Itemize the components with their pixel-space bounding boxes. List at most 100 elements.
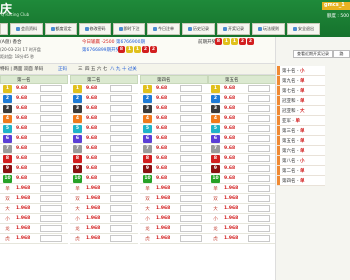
nav-icon — [223, 27, 227, 31]
bet-amount-input[interactable] — [180, 225, 202, 232]
bet-amount-input[interactable] — [248, 205, 270, 212]
bet-amount-input[interactable] — [110, 195, 132, 202]
bet-amount-input[interactable] — [110, 185, 132, 192]
bet-amount-input[interactable] — [40, 205, 62, 212]
bet-amount-input[interactable] — [248, 105, 270, 112]
attribute-row: 虎 1.968 — [140, 234, 208, 244]
list-text: 第九名 - 单 — [282, 78, 304, 84]
bet-amount-input[interactable] — [110, 215, 132, 222]
bet-amount-input[interactable] — [248, 215, 270, 222]
bet-amount-input[interactable] — [180, 215, 202, 222]
nav-item[interactable]: 历史记录 — [182, 23, 215, 35]
bet-amount-input[interactable] — [40, 185, 62, 192]
bet-amount-input[interactable] — [248, 185, 270, 192]
bet-amount-input[interactable] — [40, 85, 62, 92]
bet-amount-input[interactable] — [180, 135, 202, 142]
bet-amount-input[interactable] — [248, 145, 270, 152]
road-button[interactable]: 路 — [333, 50, 350, 58]
bet-column: 第四名 1 9.68 2 9.68 3 9.68 4 9.68 5 9.68 6 9.68 7 9.68 8 9… — [140, 75, 208, 244]
bet-amount-input[interactable] — [110, 85, 132, 92]
bet-amount-input[interactable] — [110, 105, 132, 112]
nav-item[interactable]: 额度设定 — [45, 23, 77, 35]
attribute-label: 小 — [145, 216, 150, 222]
recent-results-button[interactable]: 查看近期开奖记录 — [293, 50, 333, 58]
nav-item[interactable]: 安全退出 — [287, 23, 320, 35]
bet-amount-input[interactable] — [180, 235, 202, 242]
nav-icon — [293, 27, 297, 31]
bet-amount-input[interactable] — [180, 145, 202, 152]
nav-item[interactable]: 修改密码 — [79, 23, 111, 35]
bet-amount-input[interactable] — [180, 165, 202, 172]
nav-item[interactable]: 开奖记录 — [217, 23, 250, 35]
bet-amount-input[interactable] — [40, 215, 62, 222]
bet-amount-input[interactable] — [180, 85, 202, 92]
bet-amount-input[interactable] — [40, 145, 62, 152]
bet-amount-input[interactable] — [180, 185, 202, 192]
bet-amount-input[interactable] — [110, 155, 132, 162]
nav-item[interactable]: 今日注单 — [147, 23, 180, 35]
bet-amount-input[interactable] — [110, 95, 132, 102]
tab-eight-pass[interactable]: 八 九 十 过关 — [110, 66, 137, 72]
bet-amount-input[interactable] — [248, 165, 270, 172]
nav-item[interactable]: 即时下注 — [113, 23, 145, 35]
bet-amount-input[interactable] — [248, 195, 270, 202]
bet-amount-input[interactable] — [110, 125, 132, 132]
hot-list-item: 亚军 - 单 — [277, 116, 325, 126]
bet-amount-input[interactable] — [180, 175, 202, 182]
bet-amount-input[interactable] — [40, 115, 62, 122]
bet-amount-input[interactable] — [110, 115, 132, 122]
odds-value: 1.968 — [156, 186, 171, 191]
tab-special[interactable]: 特码 | 两面 双面 单码 — [0, 66, 43, 72]
list-marker — [277, 146, 280, 155]
bet-amount-input[interactable] — [248, 155, 270, 162]
bet-amount-input[interactable] — [110, 235, 132, 242]
bet-amount-input[interactable] — [40, 225, 62, 232]
bet-amount-input[interactable] — [110, 145, 132, 152]
bet-amount-input[interactable] — [40, 125, 62, 132]
bet-amount-input[interactable] — [110, 225, 132, 232]
tab-four-seven[interactable]: 四 五 六 七 — [85, 66, 107, 72]
nav-label: 额度设定 — [55, 26, 72, 31]
number-row: 7 9.68 — [140, 144, 208, 154]
bet-amount-input[interactable] — [40, 235, 62, 242]
number-row: 3 9.68 — [0, 104, 68, 114]
number-ball: 10 — [73, 174, 82, 183]
bet-amount-input[interactable] — [40, 175, 62, 182]
bet-amount-input[interactable] — [40, 95, 62, 102]
bet-amount-input[interactable] — [40, 105, 62, 112]
bet-amount-input[interactable] — [248, 95, 270, 102]
bet-amount-input[interactable] — [110, 175, 132, 182]
bet-amount-input[interactable] — [248, 225, 270, 232]
bet-amount-input[interactable] — [248, 125, 270, 132]
bet-amount-input[interactable] — [180, 115, 202, 122]
tab-main[interactable]: 正码 — [58, 66, 67, 72]
market-label: (A盘) 香合 — [0, 40, 22, 45]
bet-amount-input[interactable] — [110, 205, 132, 212]
number-ball: 10 — [143, 174, 152, 183]
bet-amount-input[interactable] — [248, 135, 270, 142]
list-value: 单 — [299, 98, 305, 104]
bet-amount-input[interactable] — [248, 85, 270, 92]
result-ball: 1 — [223, 38, 230, 45]
odds-value: 1.968 — [156, 216, 171, 221]
number-row: 6 9.68 — [208, 134, 276, 144]
bet-amount-input[interactable] — [180, 95, 202, 102]
bet-amount-input[interactable] — [180, 155, 202, 162]
bet-amount-input[interactable] — [248, 115, 270, 122]
bet-amount-input[interactable] — [40, 195, 62, 202]
bet-amount-input[interactable] — [248, 235, 270, 242]
nav-item[interactable]: 玩法规则 — [252, 23, 285, 35]
bet-amount-input[interactable] — [110, 135, 132, 142]
bet-amount-input[interactable] — [180, 125, 202, 132]
bet-amount-input[interactable] — [40, 135, 62, 142]
bet-amount-input[interactable] — [180, 105, 202, 112]
bet-amount-input[interactable] — [248, 175, 270, 182]
tab-three[interactable]: 三 — [78, 66, 83, 72]
bet-amount-input[interactable] — [180, 205, 202, 212]
list-marker — [277, 106, 280, 115]
nav-item[interactable]: 会员资料 — [10, 23, 43, 35]
bet-amount-input[interactable] — [180, 195, 202, 202]
bet-amount-input[interactable] — [40, 155, 62, 162]
bet-amount-input[interactable] — [40, 165, 62, 172]
bet-amount-input[interactable] — [110, 165, 132, 172]
